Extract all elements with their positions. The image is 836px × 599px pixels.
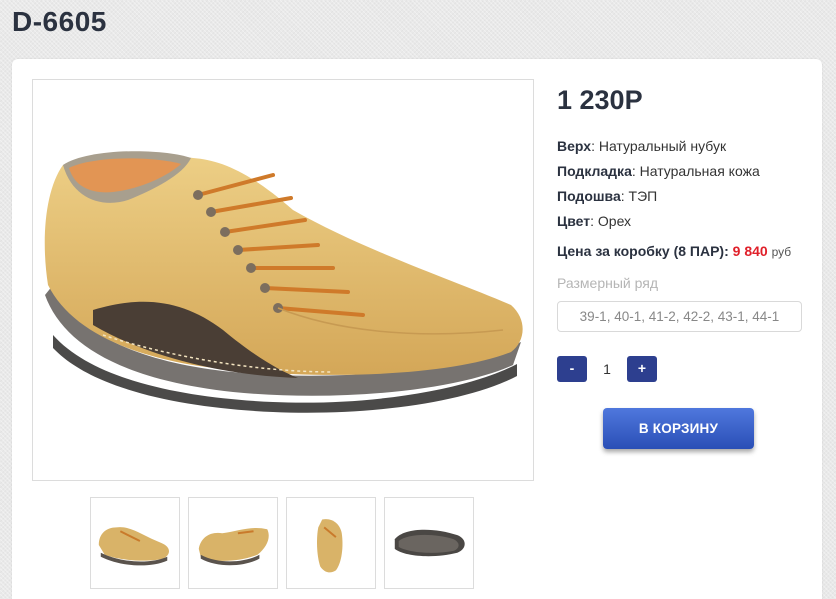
add-to-cart-button[interactable]: В КОРЗИНУ (603, 408, 754, 449)
spec-label: Подошва (557, 188, 621, 204)
spec-label: Цвет (557, 213, 591, 229)
thumbnail-sole-view[interactable] (384, 497, 474, 589)
spec-lining: Подкладка: Натуральная кожа (557, 163, 760, 179)
spec-value: Натуральный нубук (598, 138, 727, 154)
thumbnail-side-view[interactable] (90, 497, 180, 589)
shoe-front-thumbnail-image (317, 519, 343, 573)
quantity-increase-button[interactable]: + (627, 356, 657, 382)
main-product-photo[interactable] (32, 79, 534, 481)
spec-value: ТЭП (628, 188, 658, 204)
thumbnail-front-view[interactable] (286, 497, 376, 589)
spec-sole: Подошва: ТЭП (557, 188, 658, 204)
spec-value: Орех (597, 213, 632, 229)
product-specs: Верх: Натуральный нубук Подкладка: Натур… (557, 138, 817, 259)
shoe-angled-thumbnail-image (198, 527, 269, 566)
box-price-currency: руб (771, 245, 792, 259)
product-card: 1 230Р Верх: Натуральный нубук Подкладка… (12, 59, 822, 599)
box-price-label: Цена за коробку (8 ПАР): (557, 243, 729, 259)
spec-color: Цвет: Орех (557, 213, 632, 229)
spec-upper: Верх: Натуральный нубук (557, 138, 727, 154)
shoe-image (44, 151, 523, 413)
box-price-value: 9 840 (732, 243, 768, 259)
shoe-sole-thumbnail-image (394, 529, 465, 557)
quantity-input[interactable]: 1 (591, 356, 623, 382)
spec-label: Верх (557, 138, 592, 154)
spec-value: Натуральная кожа (639, 163, 760, 179)
quantity-decrease-button[interactable]: - (557, 356, 587, 382)
size-range-label: Размерный ряд (557, 275, 659, 291)
box-price: Цена за коробку (8 ПАР): 9 840 руб (557, 243, 817, 259)
shoe-side-thumbnail-image (98, 527, 169, 566)
spec-label: Подкладка (557, 163, 632, 179)
product-price: 1 230Р (557, 85, 643, 115)
size-range-field[interactable]: 39-1, 40-1, 41-2, 42-2, 43-1, 44-1 (557, 301, 802, 332)
thumbnail-angled-view[interactable] (188, 497, 278, 589)
product-code-title: D-6605 (12, 6, 107, 37)
